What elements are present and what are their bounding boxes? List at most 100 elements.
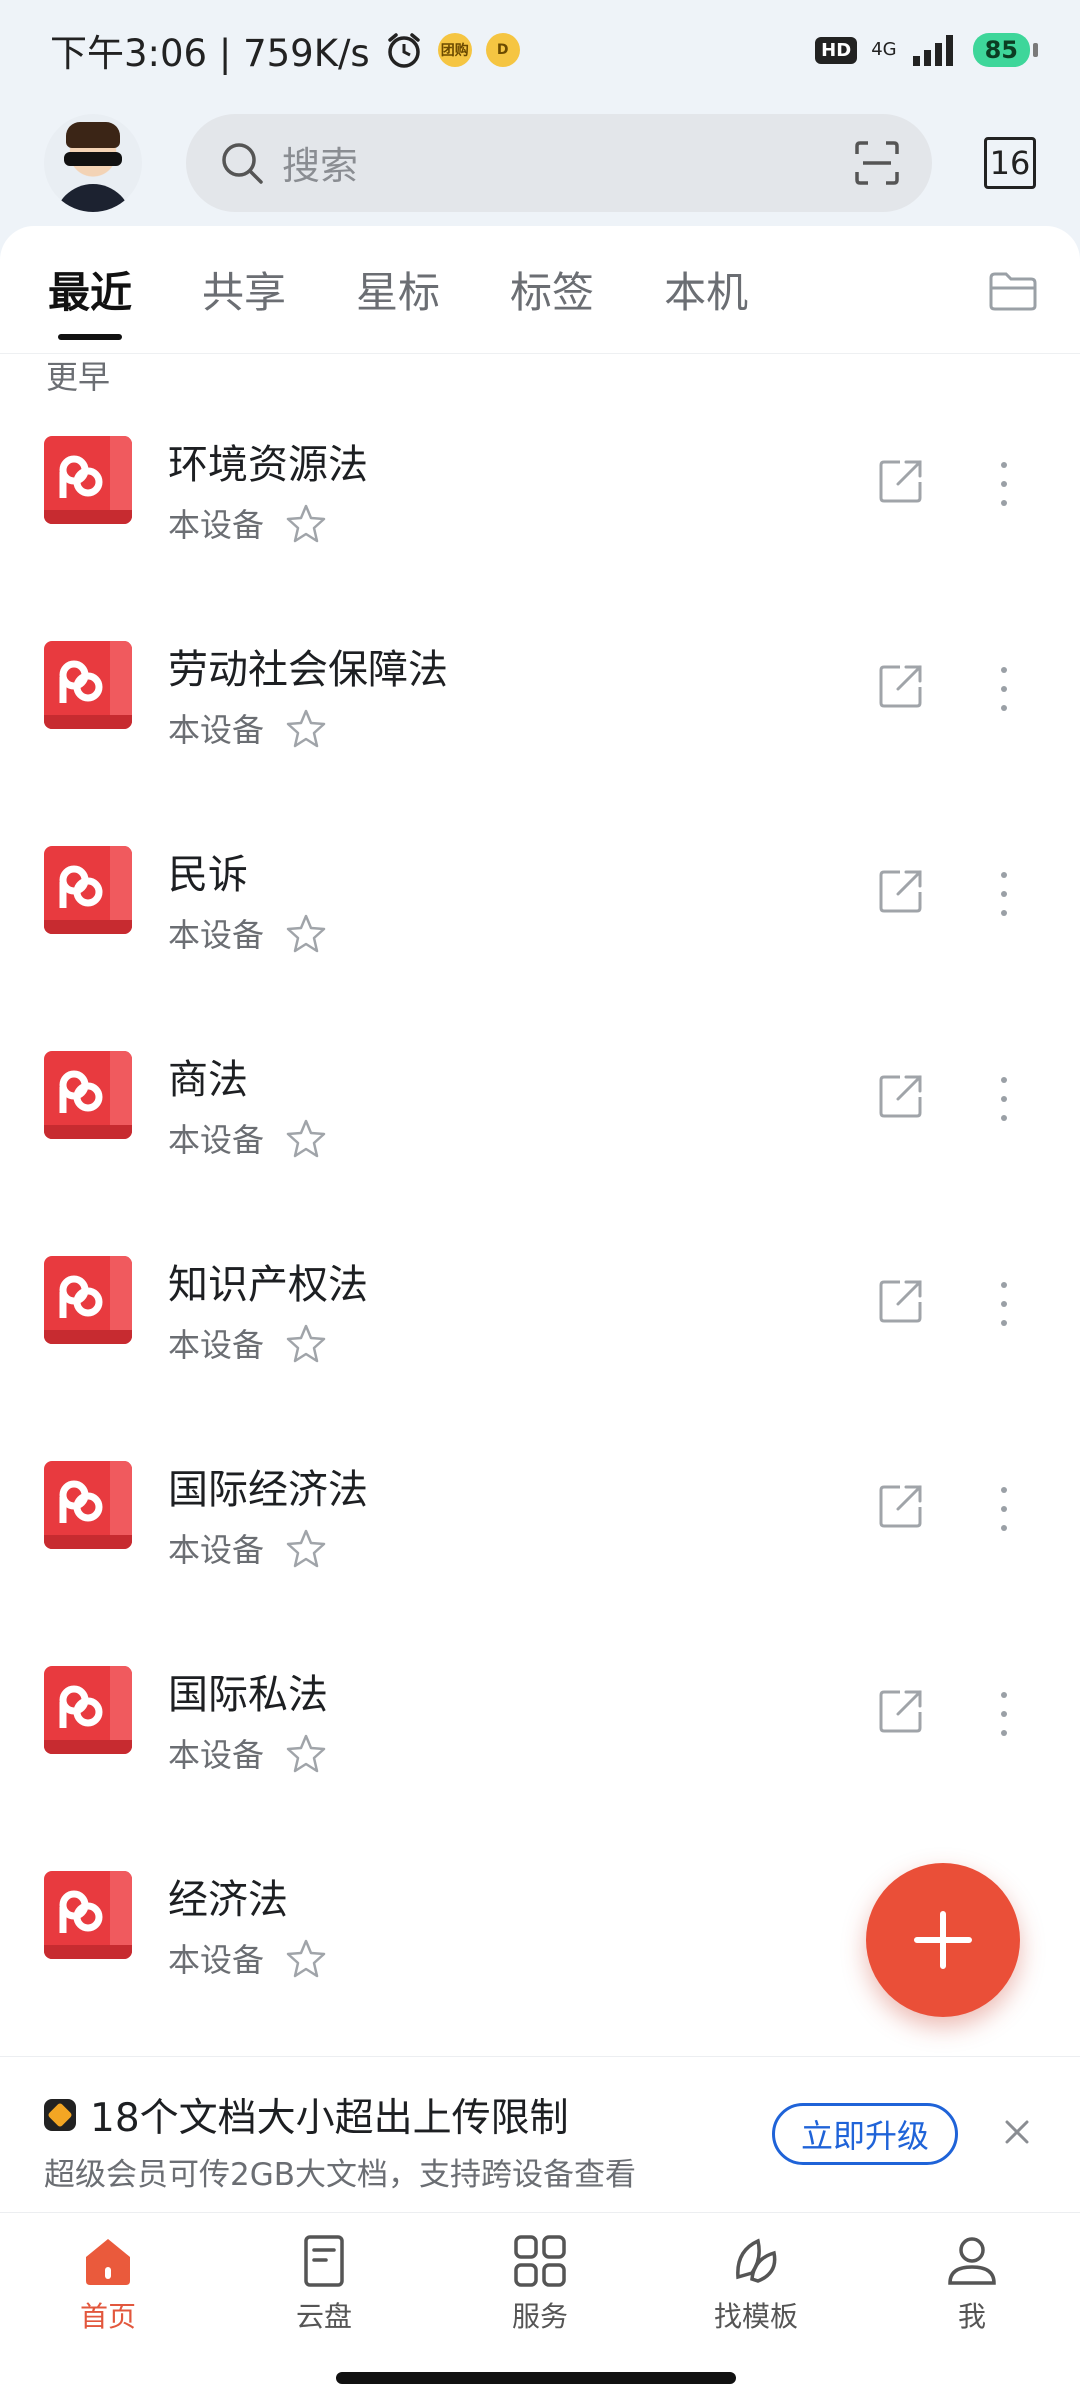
file-row[interactable]: 知识产权法 本设备 <box>0 1212 1080 1417</box>
status-bar: 下午3:06 | 759K/s 团购 D HD 4G 85 <box>0 0 1080 100</box>
file-row[interactable]: 劳动社会保障法 本设备 <box>0 597 1080 802</box>
file-location: 本设备 <box>168 506 265 544</box>
star-icon[interactable] <box>286 708 326 748</box>
file-name: 劳动社会保障法 <box>168 647 448 693</box>
more-options-icon[interactable] <box>992 667 1016 711</box>
tab-starred[interactable]: 星标 <box>356 259 440 320</box>
pdf-file-icon <box>44 1051 132 1139</box>
file-name: 知识产权法 <box>168 1262 368 1308</box>
banner-subtitle: 超级会员可传2GB大文档，支持跨设备查看 <box>44 2157 637 2193</box>
more-options-icon[interactable] <box>992 872 1016 916</box>
file-row[interactable]: 商法 本设备 <box>0 1007 1080 1212</box>
file-location: 本设备 <box>168 1121 265 1159</box>
plus-icon <box>914 1911 972 1969</box>
file-row[interactable]: 民诉 本设备 <box>0 802 1080 1007</box>
file-meta: 本设备 <box>168 1525 326 1571</box>
tab-recent[interactable]: 最近 <box>48 259 132 340</box>
file-location: 本设备 <box>168 1531 265 1569</box>
tab-shared[interactable]: 共享 <box>202 259 286 320</box>
nav-home-label: 首页 <box>79 2300 136 2333</box>
profile-icon <box>948 2237 996 2285</box>
share-icon[interactable] <box>878 1483 924 1529</box>
calendar-checkin-button[interactable]: 16 <box>984 136 1036 189</box>
battery-indicator: 85 <box>972 33 1039 67</box>
star-icon[interactable] <box>286 913 326 953</box>
folder-icon[interactable] <box>988 270 1038 312</box>
status-left: 下午3:06 | 759K/s 团购 D <box>50 23 520 77</box>
alarm-icon <box>387 33 420 68</box>
file-location: 本设备 <box>168 1941 265 1979</box>
file-location: 本设备 <box>168 1326 265 1364</box>
nav-me-label: 我 <box>957 2300 986 2333</box>
avatar[interactable] <box>44 113 142 212</box>
app-notification-icon: 团购 <box>437 33 472 67</box>
signal-icon <box>912 35 953 66</box>
more-options-icon[interactable] <box>992 462 1016 506</box>
section-label-earlier: 更早 <box>46 358 111 396</box>
star-icon[interactable] <box>286 503 326 543</box>
status-right: HD 4G 85 <box>815 32 1039 68</box>
nav-services-label: 服务 <box>511 2300 568 2333</box>
hd-badge: HD <box>815 36 858 64</box>
close-icon[interactable] <box>1004 2119 1030 2145</box>
more-options-icon[interactable] <box>992 1077 1016 1121</box>
pdf-file-icon <box>44 846 132 934</box>
nav-home[interactable]: 首页 <box>0 2213 216 2401</box>
star-icon[interactable] <box>286 1733 326 1773</box>
file-meta: 本设备 <box>168 1935 326 1981</box>
more-options-icon[interactable] <box>992 1487 1016 1531</box>
file-name: 民诉 <box>168 852 248 898</box>
vip-icon <box>44 2099 76 2131</box>
share-icon[interactable] <box>878 663 924 709</box>
file-name: 国际经济法 <box>168 1467 368 1513</box>
share-icon[interactable] <box>878 868 924 914</box>
file-row[interactable]: 国际经济法 本设备 <box>0 1417 1080 1622</box>
search-placeholder: 搜索 <box>282 144 359 188</box>
file-row[interactable]: 环境资源法 本设备 <box>0 392 1080 597</box>
pdf-file-icon <box>44 1871 132 1959</box>
share-icon[interactable] <box>878 1688 924 1734</box>
star-icon[interactable] <box>286 1528 326 1568</box>
home-icon <box>86 2239 130 2285</box>
tab-local[interactable]: 本机 <box>664 259 748 320</box>
search-icon <box>222 142 263 184</box>
search-bar[interactable]: 搜索 <box>186 113 932 212</box>
upgrade-button[interactable]: 立即升级 <box>772 2103 958 2165</box>
more-options-icon[interactable] <box>992 1282 1016 1326</box>
add-file-button[interactable] <box>866 1863 1020 2017</box>
file-meta: 本设备 <box>168 1730 326 1776</box>
star-icon[interactable] <box>286 1323 326 1363</box>
home-indicator <box>336 2372 736 2384</box>
share-icon[interactable] <box>878 1278 924 1324</box>
scan-icon[interactable] <box>854 140 900 186</box>
pdf-file-icon <box>44 1461 132 1549</box>
file-location: 本设备 <box>168 916 265 954</box>
file-list: 环境资源法 本设备 劳动社会保障法 本设备 民诉 本设备 商法 本设备 知识产权… <box>0 392 1080 2032</box>
file-meta: 本设备 <box>168 910 326 956</box>
file-name: 经济法 <box>168 1877 288 1923</box>
template-leaf-icon <box>736 2238 777 2283</box>
services-grid-icon <box>514 2235 566 2287</box>
nav-cloud-label: 云盘 <box>295 2300 352 2333</box>
star-icon[interactable] <box>286 1118 326 1158</box>
calendar-day: 16 <box>989 143 1031 182</box>
share-icon[interactable] <box>878 458 924 504</box>
file-row[interactable]: 国际私法 本设备 <box>0 1622 1080 1827</box>
network-type: 4G <box>871 41 896 59</box>
file-meta: 本设备 <box>168 705 326 751</box>
network-label: 4G <box>871 39 897 60</box>
status-time-speed: 下午3:06 | 759K/s <box>50 32 370 75</box>
nav-me[interactable]: 我 <box>864 2213 1080 2401</box>
upload-limit-banner[interactable]: 18个文档大小超出上传限制 超级会员可传2GB大文档，支持跨设备查看 立即升级 <box>0 2056 1080 2211</box>
star-icon[interactable] <box>286 1938 326 1978</box>
file-meta: 本设备 <box>168 500 326 546</box>
pdf-file-icon <box>44 436 132 524</box>
upgrade-label: 立即升级 <box>800 2117 929 2155</box>
app-header: 搜索 16 <box>0 100 1080 225</box>
share-icon[interactable] <box>878 1073 924 1119</box>
banner-title: 18个文档大小超出上传限制 <box>90 2096 569 2141</box>
file-name: 商法 <box>168 1057 248 1103</box>
banner-title-row: 18个文档大小超出上传限制 <box>44 2087 569 2143</box>
tab-tags[interactable]: 标签 <box>510 259 594 320</box>
more-options-icon[interactable] <box>992 1692 1016 1736</box>
